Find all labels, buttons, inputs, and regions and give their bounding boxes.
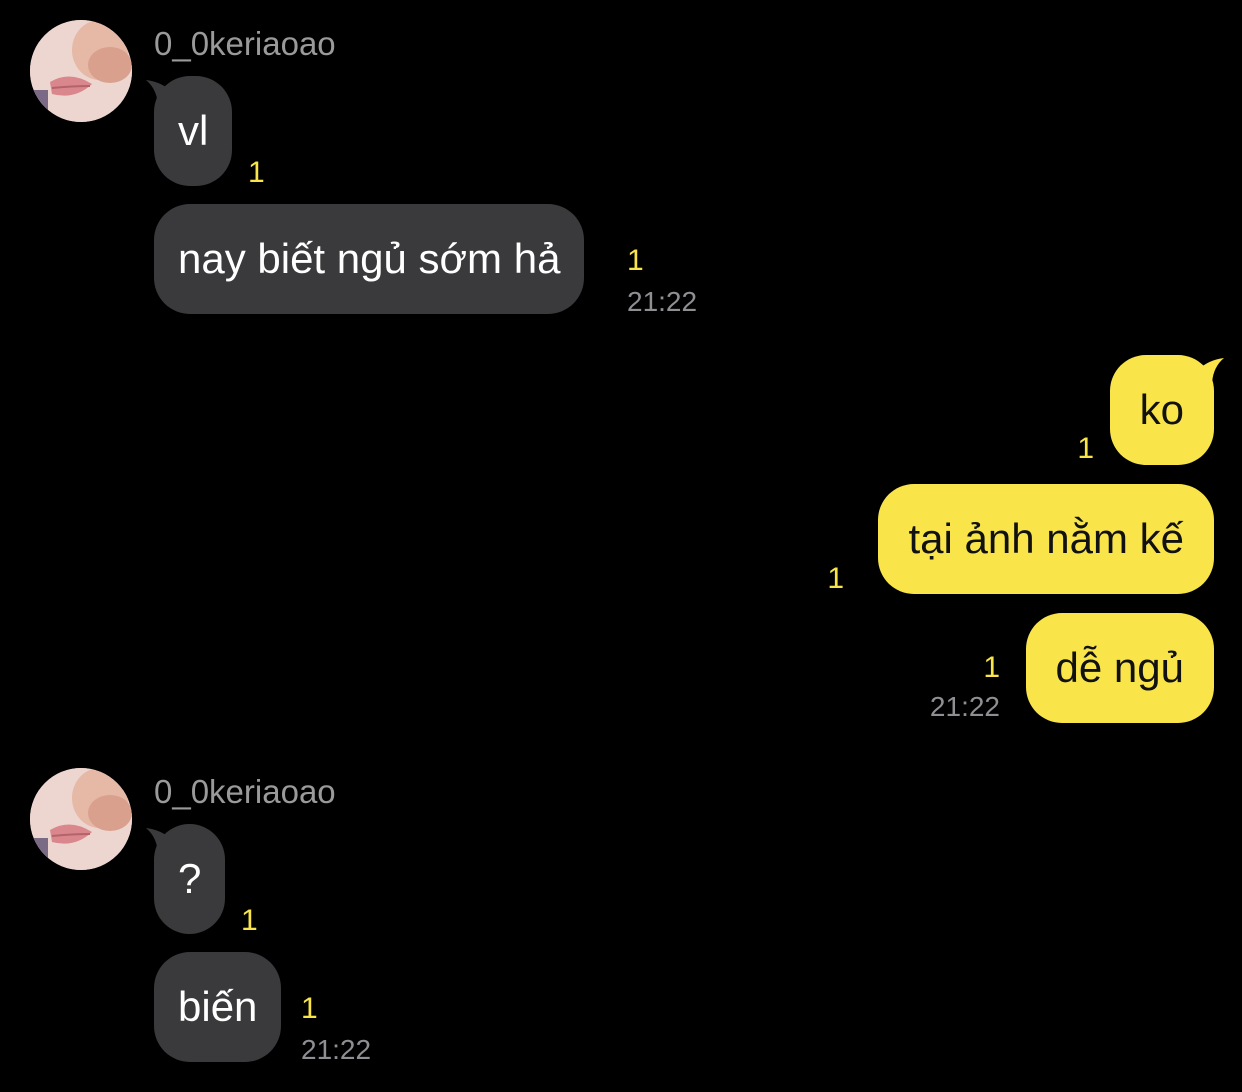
message-text: vl	[178, 107, 209, 154]
message-text: ?	[178, 855, 202, 902]
unread-count: 1	[248, 156, 265, 189]
unread-count: 1	[627, 244, 644, 277]
message-text: ko	[1139, 386, 1184, 433]
sender-avatar[interactable]	[30, 20, 132, 122]
incoming-message-bubble[interactable]: biến	[154, 952, 282, 1062]
message-text: dễ ngủ	[1055, 644, 1184, 691]
sender-name: 0_0keriaoao	[154, 25, 336, 62]
outgoing-message-bubble[interactable]: dễ ngủ	[1025, 613, 1214, 723]
unread-count: 1	[983, 651, 1000, 684]
incoming-message-bubble[interactable]: nay biết ngủ sớm hả	[154, 204, 585, 314]
message-timestamp: 21:22	[627, 286, 698, 317]
message-timestamp: 21:22	[929, 691, 1000, 722]
unread-count: 1	[1077, 432, 1094, 465]
profile-photo-avatar-icon	[30, 768, 132, 870]
message-timestamp: 21:22	[301, 1034, 372, 1065]
unread-count: 1	[827, 562, 844, 595]
sender-avatar[interactable]	[30, 768, 132, 870]
unread-count: 1	[301, 992, 318, 1025]
message-text: biến	[178, 983, 258, 1030]
outgoing-message-bubble[interactable]: tại ảnh nằm kế	[878, 484, 1214, 594]
profile-photo-avatar-icon	[30, 20, 132, 122]
unread-count: 1	[241, 904, 258, 937]
message-text: nay biết ngủ sớm hả	[178, 235, 561, 282]
message-text: tại ảnh nằm kế	[908, 515, 1184, 562]
bubble-tail-icon	[144, 78, 174, 108]
bubble-tail-icon	[144, 826, 174, 856]
bubble-tail-icon	[1196, 356, 1226, 386]
sender-name: 0_0keriaoao	[154, 773, 336, 810]
